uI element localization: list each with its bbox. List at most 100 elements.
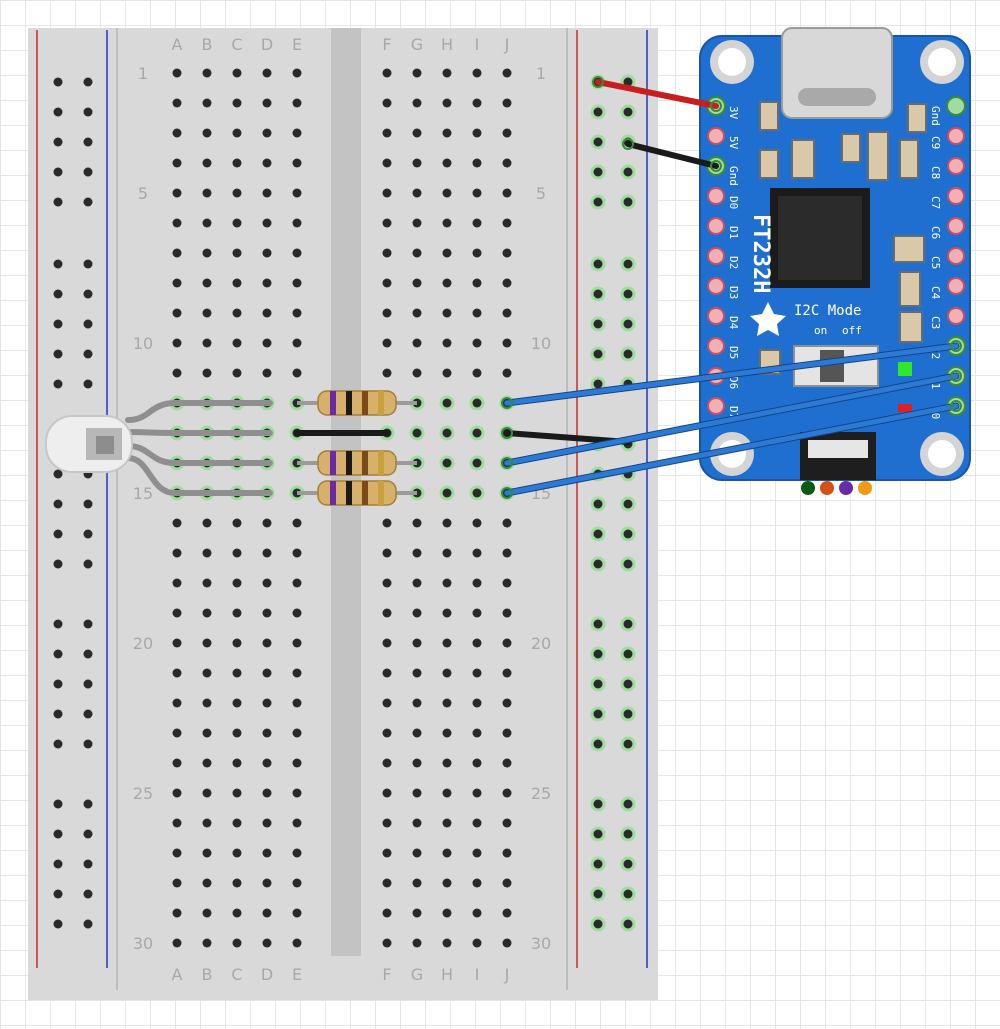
breadboard-hole bbox=[472, 578, 482, 588]
rail-hole bbox=[83, 77, 93, 87]
breadboard-hole bbox=[202, 98, 212, 108]
breadboard-hole bbox=[472, 518, 482, 528]
breadboard-hole bbox=[502, 518, 512, 528]
breadboard-hole bbox=[292, 788, 302, 798]
breadboard-hole bbox=[292, 938, 302, 948]
breadboard-hole bbox=[502, 368, 512, 378]
rail-hole bbox=[593, 259, 603, 269]
breadboard-hole bbox=[292, 548, 302, 558]
breadboard-hole bbox=[292, 758, 302, 768]
breadboard-hole bbox=[442, 518, 452, 528]
rail-hole bbox=[83, 679, 93, 689]
column-letter: A bbox=[172, 965, 183, 984]
pin-label: C4 bbox=[929, 286, 942, 300]
pin-label: C8 bbox=[929, 166, 942, 179]
breadboard-hole bbox=[502, 68, 512, 78]
rail-hole bbox=[593, 319, 603, 329]
breadboard-hole bbox=[262, 758, 272, 768]
breadboard-hole bbox=[442, 218, 452, 228]
breadboard-hole bbox=[262, 98, 272, 108]
breadboard-hole bbox=[232, 308, 242, 318]
breadboard-hole bbox=[202, 848, 212, 858]
breadboard-hole bbox=[172, 728, 182, 738]
breadboard-hole bbox=[472, 68, 482, 78]
breadboard-hole bbox=[382, 788, 392, 798]
breadboard-hole bbox=[442, 698, 452, 708]
pin-pad bbox=[947, 187, 965, 205]
pin-pad bbox=[707, 247, 725, 265]
breadboard-hole bbox=[412, 788, 422, 798]
pin-label: C7 bbox=[929, 196, 942, 209]
board-title: FT232H bbox=[748, 214, 773, 293]
breadboard-hole bbox=[412, 668, 422, 678]
breadboard-hole bbox=[442, 428, 452, 438]
rail-hole bbox=[593, 619, 603, 629]
breadboard-hole bbox=[472, 638, 482, 648]
breadboard-hole bbox=[262, 68, 272, 78]
breadboard-hole bbox=[262, 848, 272, 858]
breadboard-hole bbox=[382, 608, 392, 618]
resistor-band bbox=[378, 451, 384, 475]
breadboard-hole bbox=[412, 608, 422, 618]
rail-hole bbox=[623, 559, 633, 569]
breadboard-hole bbox=[472, 368, 482, 378]
breadboard-hole bbox=[412, 128, 422, 138]
breadboard-hole bbox=[382, 878, 392, 888]
breadboard-hole bbox=[172, 848, 182, 858]
breadboard-hole bbox=[202, 158, 212, 168]
breadboard-hole bbox=[292, 98, 302, 108]
row-label: 30 bbox=[531, 934, 551, 953]
stemma-wire-end bbox=[839, 481, 853, 495]
breadboard-hole bbox=[442, 68, 452, 78]
rail-hole bbox=[53, 559, 63, 569]
breadboard-hole bbox=[292, 248, 302, 258]
smd-component bbox=[841, 133, 861, 163]
pin-pad bbox=[707, 187, 725, 205]
breadboard-hole bbox=[442, 128, 452, 138]
resistor-band bbox=[346, 391, 352, 415]
pin-pad bbox=[707, 397, 725, 415]
breadboard-hole bbox=[202, 608, 212, 618]
breadboard-hole bbox=[442, 158, 452, 168]
breadboard-hole bbox=[412, 548, 422, 558]
resistor-band bbox=[362, 481, 368, 505]
column-letter: I bbox=[475, 35, 480, 54]
stemma-wire-end bbox=[801, 481, 815, 495]
breadboard-hole bbox=[382, 908, 392, 918]
rail-hole bbox=[83, 197, 93, 207]
resistor-body bbox=[317, 480, 397, 506]
breadboard-hole bbox=[202, 368, 212, 378]
breadboard-hole bbox=[382, 698, 392, 708]
resistor-band bbox=[330, 391, 336, 415]
stemma-wire-end bbox=[858, 481, 872, 495]
breadboard-hole bbox=[382, 848, 392, 858]
breadboard-hole bbox=[202, 638, 212, 648]
rail-hole bbox=[593, 709, 603, 719]
breadboard-hole bbox=[172, 638, 182, 648]
breadboard-hole bbox=[172, 608, 182, 618]
smd-component bbox=[791, 139, 815, 179]
breadboard-hole bbox=[292, 128, 302, 138]
breadboard-hole bbox=[232, 818, 242, 828]
breadboard-hole bbox=[232, 518, 242, 528]
rail-hole bbox=[83, 259, 93, 269]
breadboard-hole bbox=[442, 488, 452, 498]
breadboard-hole bbox=[442, 98, 452, 108]
column-letter: A bbox=[172, 35, 183, 54]
breadboard-hole bbox=[382, 308, 392, 318]
breadboard-hole bbox=[442, 638, 452, 648]
column-letter: D bbox=[261, 35, 273, 54]
column-letter: B bbox=[202, 965, 213, 984]
breadboard-hole bbox=[202, 758, 212, 768]
breadboard-hole bbox=[172, 698, 182, 708]
breadboard-hole bbox=[382, 368, 392, 378]
rail-hole bbox=[83, 799, 93, 809]
breadboard-hole bbox=[202, 938, 212, 948]
breadboard-hole bbox=[442, 248, 452, 258]
rail-hole bbox=[623, 919, 633, 929]
rail-hole bbox=[593, 799, 603, 809]
column-letter: C bbox=[231, 965, 242, 984]
breadboard-hole bbox=[412, 938, 422, 948]
smd-component bbox=[907, 103, 927, 133]
breadboard-hole bbox=[202, 338, 212, 348]
